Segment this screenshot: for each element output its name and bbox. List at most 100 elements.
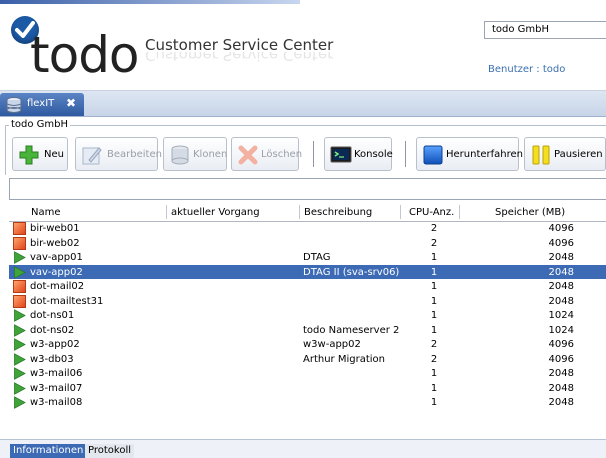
cell-beschreibung: DTAG [303,252,331,263]
toolbar-separator [405,141,406,167]
table-row[interactable]: dot-ns01 1 1024 [9,308,606,323]
table-row[interactable]: vav-app02 DTAG II (sva-srv06) 1 2048 [9,264,606,279]
table-row[interactable]: dot-mail02 1 2048 [9,279,606,294]
table-row[interactable]: dot-mailtest31 1 2048 [9,294,606,309]
console-button-label: Konsole [354,149,393,160]
vm-stopped-icon [13,294,26,308]
column-divider[interactable] [166,205,167,219]
column-header-beschreibung[interactable]: Beschreibung [304,207,372,218]
company-select[interactable]: todo GmbH [484,21,606,39]
column-header-cpu[interactable]: CPU-Anz. [409,207,454,218]
cell-speicher: 4096 [548,223,574,234]
new-button[interactable]: Neu [12,137,68,171]
cell-beschreibung: DTAG II (sva-srv06) [303,266,400,278]
cell-speicher: 2048 [548,295,574,307]
vm-running-icon [13,265,26,279]
vm-running-icon [13,251,26,264]
console-button[interactable]: Konsole [324,137,393,171]
table-row[interactable]: w3-mail08 1 2048 [9,395,606,410]
cell-name: dot-ns02 [30,324,75,336]
cell-cpu: 2 [430,223,438,234]
shutdown-button[interactable]: Herunterfahren [416,137,523,171]
delete-button-label: Löschen [261,149,303,160]
cell-beschreibung: w3w-app02 [303,339,361,350]
table-row[interactable]: bir-web01 2 4096 [9,221,606,236]
cell-name: w3-mail06 [30,368,83,379]
cell-cpu: 1 [430,382,438,394]
table-header: Name aktueller Vorgang Beschreibung CPU-… [9,203,606,222]
cell-cpu: 1 [430,324,438,336]
app-title-reflection: Customer Service Center [145,52,334,64]
table-row[interactable]: w3-mail06 1 2048 [9,366,606,381]
column-header-speicher[interactable]: Speicher (MB) [495,207,565,218]
cell-speicher: 2048 [548,266,574,278]
column-divider[interactable] [400,205,401,219]
vm-running-icon [13,352,26,366]
tab-protokoll[interactable]: Protokoll [85,444,135,458]
vm-stopped-icon [13,236,26,250]
column-divider[interactable] [459,205,460,219]
cell-name: bir-web01 [30,223,80,234]
cell-beschreibung: Arthur Migration [303,353,385,365]
cell-speicher: 4096 [548,237,574,249]
cell-speicher: 4096 [548,353,574,365]
cell-cpu: 2 [430,353,438,365]
table-row[interactable]: vav-app01 DTAG 1 2048 [9,250,606,265]
column-header-name[interactable]: Name [31,207,61,218]
pause-button-label: Pausieren [554,149,603,160]
cell-name: w3-app02 [30,339,80,350]
cell-speicher: 2048 [548,252,574,263]
delete-button[interactable]: Löschen [231,137,303,171]
toolbar-separator [313,141,314,167]
cell-speicher: 4096 [548,339,574,350]
filter-input[interactable] [9,178,606,200]
table-row[interactable]: w3-db03 Arthur Migration 2 4096 [9,352,606,367]
vm-running-icon [13,381,26,395]
user-label: Benutzer : todo [488,64,566,75]
cell-name: w3-db03 [30,353,74,365]
vm-running-icon [13,338,26,351]
cell-cpu: 1 [430,252,438,263]
clone-button-label: Klonen [193,149,228,160]
database-icon [6,97,22,116]
cell-speicher: 1024 [548,310,574,321]
plus-icon [19,145,39,165]
table-row[interactable]: bir-web02 2 4096 [9,236,606,251]
group-legend: todo GmbH [9,119,71,130]
shutdown-icon [423,145,443,165]
column-header-vorgang[interactable]: aktueller Vorgang [171,207,260,218]
table-row[interactable]: w3-mail07 1 2048 [9,381,606,396]
edit-button[interactable]: Bearbeiten [75,137,162,171]
bottom-tab-bar: Informationen Protokoll [0,439,606,458]
vm-stopped-icon [13,280,26,293]
tab-flexit[interactable]: flexIT ✖ [0,93,84,116]
cell-name: bir-web02 [30,237,80,249]
cell-name: w3-mail08 [30,397,83,408]
pause-button[interactable]: Pausieren [524,137,606,171]
edit-button-label: Bearbeiten [107,149,162,160]
vm-running-icon [13,367,26,380]
close-icon[interactable]: ✖ [66,96,76,110]
cell-cpu: 1 [430,281,438,292]
tab-informationen[interactable]: Informationen [10,444,87,458]
cell-cpu: 2 [430,339,438,350]
table-row[interactable]: dot-ns02 todo Nameserver 2 1 1024 [9,323,606,338]
cell-name: dot-mail02 [30,281,85,292]
cell-cpu: 1 [430,310,438,321]
cell-speicher: 1024 [548,324,574,336]
table-row[interactable]: w3-app02 w3w-app02 2 4096 [9,337,606,352]
cell-name: vav-app02 [30,266,83,278]
new-button-label: Neu [44,149,64,160]
tab-label: flexIT [27,98,55,109]
vm-running-icon [13,323,26,337]
cell-cpu: 1 [430,266,438,278]
clone-button[interactable]: Klonen [163,137,227,171]
cell-name: dot-ns01 [30,310,75,321]
cell-speicher: 2048 [548,281,574,292]
vm-running-icon [13,309,26,322]
vm-stopped-icon [13,222,26,235]
cell-cpu: 2 [430,237,438,249]
column-divider[interactable] [299,205,300,219]
app-header: todo Customer Service Center Customer Se… [0,0,606,90]
console-icon [330,146,352,163]
